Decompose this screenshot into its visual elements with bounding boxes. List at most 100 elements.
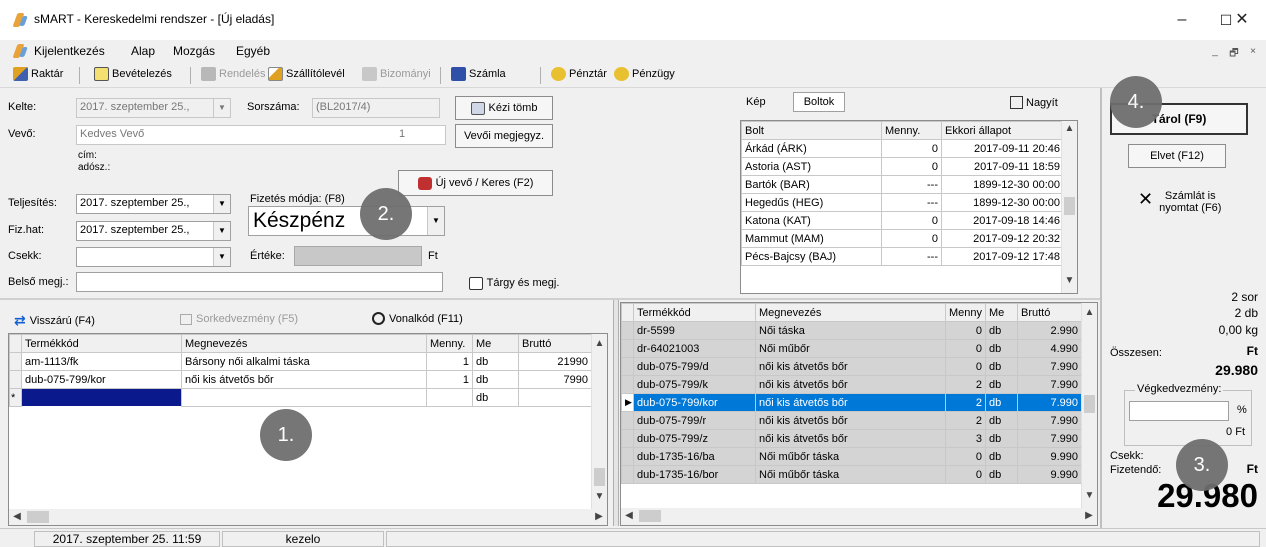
cart-brutto[interactable]: 7990 xyxy=(518,370,592,389)
products-header-brutto[interactable]: Bruttó xyxy=(1017,303,1082,322)
sorkedvezmeny-button[interactable]: Sorkedvezmény (F5) xyxy=(180,313,298,325)
kezi-tomb-button[interactable]: Kézi tömb xyxy=(455,96,553,120)
table-row[interactable]: dr-5599 Női táska 0 db 2.990 xyxy=(621,321,1082,340)
cart-menny[interactable]: 1 xyxy=(426,370,473,389)
menu-egyeb[interactable]: Egyéb xyxy=(236,44,270,58)
scroll-up-icon[interactable]: ▲ xyxy=(1062,123,1077,139)
products-header-termekkod[interactable]: Termékkód xyxy=(633,303,756,322)
visszaru-button[interactable]: ⇄ Visszárú (F4) xyxy=(14,312,95,329)
tab-boltok[interactable]: Boltok xyxy=(793,92,845,112)
fizetes-modja-select[interactable]: Készpénz ▼ xyxy=(248,206,445,236)
scroll-right-icon[interactable]: ▶ xyxy=(1081,508,1097,525)
chevron-down-icon[interactable]: ▼ xyxy=(427,207,444,235)
products-grid[interactable]: Termékkód Megnevezés Menny Me Bruttó dr-… xyxy=(620,302,1098,526)
mdi-minimize-button[interactable]: _ xyxy=(1208,46,1222,58)
scroll-right-icon[interactable]: ▶ xyxy=(591,509,607,525)
table-row[interactable]: dub-075-799/z női kis átvetős bőr 3 db 7.990 xyxy=(621,429,1082,448)
cart-megnevezes[interactable]: női kis átvetős bőr xyxy=(181,370,427,389)
elvet-button[interactable]: Elvet (F12) xyxy=(1128,144,1226,168)
cart-header-brutto[interactable]: Bruttó xyxy=(518,334,592,353)
toolbar-rendeles[interactable]: Rendelés xyxy=(201,67,265,81)
scroll-down-icon[interactable]: ▼ xyxy=(1082,490,1097,506)
toolbar-bizomanyi[interactable]: Bizományi xyxy=(362,67,431,81)
uj-vevo-button[interactable]: Új vevő / Keres (F2) xyxy=(398,170,553,196)
cart-brutto[interactable]: 21990 xyxy=(518,352,592,371)
products-header-me[interactable]: Me xyxy=(985,303,1018,322)
table-row[interactable]: Astoria (AST) 0 2017-09-11 18:59 xyxy=(741,157,1064,176)
products-hscrollbar[interactable]: ◀ ▶ xyxy=(621,508,1097,525)
mdi-app-icon[interactable] xyxy=(12,43,28,59)
chevron-down-icon[interactable]: ▼ xyxy=(213,195,230,213)
shops-vscrollbar[interactable]: ▲ ▼ xyxy=(1061,121,1077,293)
shops-header-bolt[interactable]: Bolt xyxy=(741,121,882,140)
cart-menny[interactable] xyxy=(426,388,473,407)
cart-header-termekkod[interactable]: Termékkód xyxy=(21,334,182,353)
scroll-left-icon[interactable]: ◀ xyxy=(621,508,637,525)
shops-header-allapot[interactable]: Ekkori állapot xyxy=(941,121,1064,140)
toolbar-szamla[interactable]: Számla xyxy=(451,67,506,81)
scroll-left-icon[interactable]: ◀ xyxy=(9,509,25,525)
table-row-selected[interactable]: ▶ dub-075-799/kor női kis átvetős bőr 2 db 7.… xyxy=(621,393,1082,412)
cart-header-megnevezes[interactable]: Megnevezés xyxy=(181,334,427,353)
vonalkod-button[interactable]: Vonalkód (F11) xyxy=(372,312,463,325)
products-header-menny[interactable]: Menny xyxy=(945,303,986,322)
table-row[interactable]: dub-075-799/k női kis átvetős bőr 2 db 7.990 xyxy=(621,375,1082,394)
nagyit-button[interactable]: Nagyít xyxy=(1010,96,1058,109)
toolbar-bevetelezes[interactable]: Bevételezés xyxy=(94,67,172,81)
cart-vscrollbar[interactable]: ▲ ▼ xyxy=(591,334,607,509)
tab-kep[interactable]: Kép xyxy=(746,96,766,108)
table-row[interactable]: am-1113/fk Bársony női alkalmi táska 1 d… xyxy=(9,352,592,371)
vegkedvezmeny-input[interactable] xyxy=(1129,401,1229,421)
cart-header-me[interactable]: Me xyxy=(472,334,519,353)
csekk-select[interactable]: ▼ xyxy=(76,247,231,267)
cart-megnevezes[interactable] xyxy=(181,388,427,407)
toolbar-penztar[interactable]: Pénztár xyxy=(551,67,607,81)
shops-header-menny[interactable]: Menny. xyxy=(881,121,942,140)
cart-hscrollbar[interactable]: ◀ ▶ xyxy=(9,509,607,525)
table-row[interactable]: dub-1735-16/bor Női műbőr táska 0 db 9.990 xyxy=(621,465,1082,484)
table-row[interactable]: dub-075-799/d női kis átvetős bőr 0 db 7.990 xyxy=(621,357,1082,376)
menu-mozgas[interactable]: Mozgás xyxy=(173,44,215,58)
close-button[interactable]: ✕ xyxy=(1222,8,1262,32)
table-row[interactable]: dub-075-799/r női kis átvetős bőr 2 db 7.990 xyxy=(621,411,1082,430)
scroll-thumb[interactable] xyxy=(1084,395,1095,413)
teljesites-field[interactable]: 2017. szeptember 25., ▼ xyxy=(76,194,231,214)
table-row[interactable]: dub-075-799/kor női kis átvetős bőr 1 db… xyxy=(9,370,592,389)
toolbar-szallitolevel[interactable]: Szállítólevél xyxy=(268,67,345,81)
targy-megj-button[interactable]: Tárgy és megj. xyxy=(462,271,566,295)
minimize-button[interactable]: – xyxy=(1162,8,1202,32)
splitter-horizontal[interactable] xyxy=(0,298,1100,300)
cart-termekkod[interactable]: am-1113/fk xyxy=(21,352,182,371)
table-row[interactable]: Bartók (BAR) --- 1899-12-30 00:00 xyxy=(741,175,1064,194)
szamlat-nyomtat-toggle[interactable]: ✕ Számlát is nyomtat (F6) xyxy=(1138,190,1221,214)
scroll-up-icon[interactable]: ▲ xyxy=(1082,307,1097,323)
cart-header-menny[interactable]: Menny. xyxy=(426,334,473,353)
table-row[interactable]: dub-1735-16/ba Női műbőr táska 0 db 9.990 xyxy=(621,447,1082,466)
products-vscrollbar[interactable]: ▲ ▼ xyxy=(1081,303,1097,508)
products-header-megnevezes[interactable]: Megnevezés xyxy=(755,303,946,322)
scroll-down-icon[interactable]: ▼ xyxy=(592,491,607,507)
belso-megj-input[interactable] xyxy=(76,272,443,292)
scroll-thumb[interactable] xyxy=(1064,197,1075,215)
vevo-field[interactable]: Kedves Vevő 1 xyxy=(76,125,446,145)
table-row[interactable]: Hegedűs (HEG) --- 1899-12-30 00:00 xyxy=(741,193,1064,212)
toolbar-raktar[interactable]: Raktár xyxy=(13,67,63,81)
scroll-thumb[interactable] xyxy=(27,511,49,523)
table-row[interactable]: Pécs-Bajcsy (BAJ) --- 2017-09-12 17:48 xyxy=(741,247,1064,266)
scroll-thumb[interactable] xyxy=(594,468,605,486)
fizhat-field[interactable]: 2017. szeptember 25., ▼ xyxy=(76,221,231,241)
scroll-down-icon[interactable]: ▼ xyxy=(1062,275,1077,291)
table-row[interactable]: Árkád (ÁRK) 0 2017-09-11 20:46 xyxy=(741,139,1064,158)
cart-brutto[interactable] xyxy=(518,388,592,407)
mdi-close-button[interactable]: × xyxy=(1246,46,1260,58)
shops-grid[interactable]: Bolt Menny. Ekkori állapot Árkád (ÁRK) 0 2… xyxy=(740,120,1078,294)
toolbar-penzugy[interactable]: Pénzügy xyxy=(614,67,675,81)
menu-kijelentkezes[interactable]: Kijelentkezés xyxy=(34,44,105,58)
menu-alap[interactable]: Alap xyxy=(131,44,155,58)
cart-menny[interactable]: 1 xyxy=(426,352,473,371)
vevoi-megjegyz-button[interactable]: Vevői megjegyz. xyxy=(455,124,553,148)
cart-termekkod[interactable]: dub-075-799/kor xyxy=(21,370,182,389)
cart-termekkod-input[interactable] xyxy=(21,388,182,407)
scroll-thumb[interactable] xyxy=(639,510,661,522)
scroll-up-icon[interactable]: ▲ xyxy=(592,338,607,354)
